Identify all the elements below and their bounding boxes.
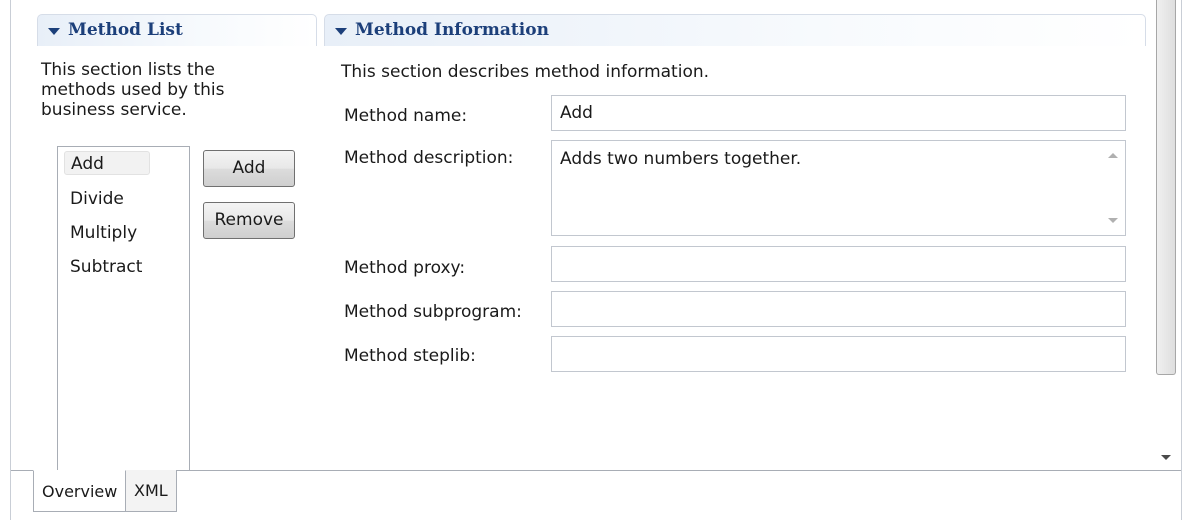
method-list-box[interactable]: Add Divide Multiply Subtract xyxy=(57,146,190,470)
method-description-text: Adds two numbers together. xyxy=(560,149,802,169)
editor-vertical-scrollbar[interactable] xyxy=(1153,0,1181,470)
method-subprogram-field[interactable] xyxy=(551,291,1126,327)
tab-xml[interactable]: XML xyxy=(126,470,177,512)
scroll-down-arrow-icon[interactable] xyxy=(1108,218,1118,223)
method-list-title: Method List xyxy=(68,20,183,40)
editor-frame: Method List This section lists the metho… xyxy=(10,0,1182,520)
method-description-textarea[interactable]: Adds two numbers together. xyxy=(551,140,1126,236)
method-information-description: This section describes method informatio… xyxy=(341,62,710,82)
textarea-scrollbar[interactable] xyxy=(1101,141,1125,235)
method-information-section-header[interactable]: Method Information xyxy=(324,14,1146,46)
editor-tab-bar: Overview XML xyxy=(11,470,1181,520)
list-item-add[interactable]: Add xyxy=(64,151,150,175)
list-item-subtract[interactable]: Subtract xyxy=(70,255,142,279)
editor-content: Method List This section lists the metho… xyxy=(11,0,1153,470)
method-proxy-field[interactable] xyxy=(551,246,1126,282)
list-item-multiply[interactable]: Multiply xyxy=(70,221,137,245)
collapse-triangle-icon[interactable] xyxy=(335,28,347,35)
remove-method-button[interactable]: Remove xyxy=(203,202,295,239)
method-proxy-label: Method proxy: xyxy=(344,258,466,278)
tab-overview[interactable]: Overview xyxy=(33,470,127,512)
method-steplib-label: Method steplib: xyxy=(344,346,476,366)
method-list-description-line: This section lists the xyxy=(41,60,215,80)
method-steplib-field[interactable] xyxy=(551,336,1126,372)
collapse-triangle-icon[interactable] xyxy=(48,28,60,35)
scrollbar-thumb[interactable] xyxy=(1156,0,1176,375)
method-description-label: Method description: xyxy=(344,148,514,168)
scroll-down-arrow-icon[interactable] xyxy=(1161,455,1171,460)
method-subprogram-label: Method subprogram: xyxy=(344,302,522,322)
add-method-button[interactable]: Add xyxy=(203,150,295,187)
list-item-divide[interactable]: Divide xyxy=(70,187,124,211)
method-list-description: This section lists the methods used by t… xyxy=(41,60,224,120)
scroll-up-arrow-icon[interactable] xyxy=(1108,153,1118,158)
method-information-title: Method Information xyxy=(355,20,549,40)
method-name-label: Method name: xyxy=(344,106,468,126)
method-list-description-line: methods used by this xyxy=(41,80,225,100)
method-list-description-line: business service. xyxy=(41,100,187,120)
method-name-field[interactable]: Add xyxy=(551,95,1126,131)
method-list-section-header[interactable]: Method List xyxy=(37,14,317,46)
